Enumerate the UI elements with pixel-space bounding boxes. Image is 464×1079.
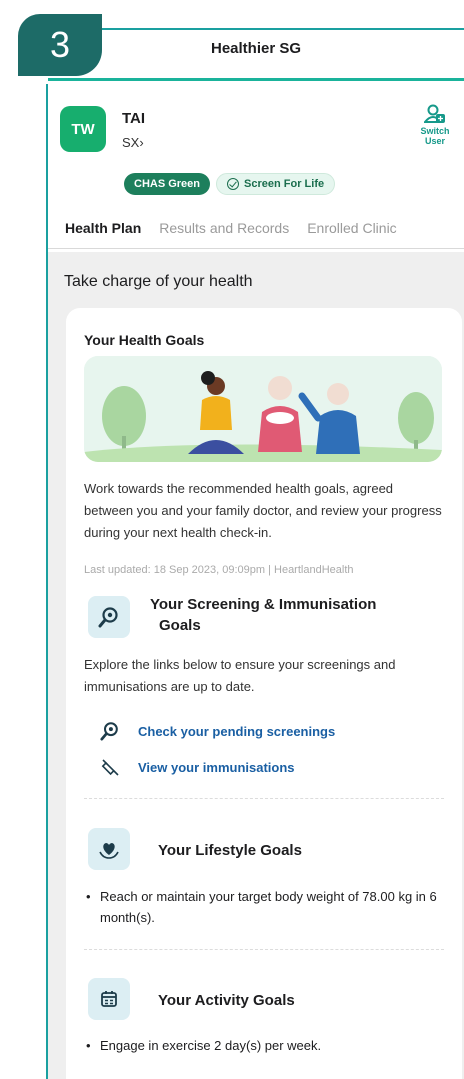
app-title: Healthier SG (210, 40, 302, 57)
screening-goals-title: Your Screening & Immunisation Goals (150, 594, 376, 636)
health-goals-illustration (84, 356, 442, 462)
activity-goal-icon (88, 978, 130, 1020)
tab-enrolled-clinic[interactable]: Enrolled Clinic (307, 216, 396, 246)
switch-user-icon (424, 104, 445, 123)
screen-for-life-label: Screen For Life (244, 178, 325, 190)
step-number-badge: 3 (18, 14, 102, 76)
health-goals-title: Your Health Goals (84, 332, 205, 348)
health-plan-content: Take charge of your health Your Health G… (48, 252, 464, 1079)
screening-title-line-2: Goals (159, 617, 201, 634)
view-immunisations-link[interactable]: View your immunisations (100, 757, 295, 777)
screen-for-life-badge: Screen For Life (216, 173, 336, 195)
syringe-icon (101, 759, 119, 776)
divider (84, 798, 444, 799)
tabs-divider (48, 248, 464, 249)
lifestyle-goal-item: Reach or maintain your target body weigh… (84, 886, 444, 928)
chas-green-badge: CHAS Green (124, 173, 211, 195)
switch-user-label-2: User (424, 136, 445, 146)
activity-goal-item: Engage in exercise 2 day(s) per week. (84, 1035, 444, 1056)
health-goals-card: Your Health Goals Work towards the recom… (66, 308, 462, 1079)
divider (84, 949, 444, 950)
pending-screenings-link[interactable]: Check your pending screenings (100, 721, 335, 741)
title-divider (48, 78, 464, 81)
section-title: Take charge of your health (64, 273, 253, 290)
screening-description: Explore the links below to ensure your s… (84, 657, 396, 694)
switch-user-label-1: Switch (420, 126, 450, 136)
health-goals-description: Work towards the recommended health goal… (84, 481, 442, 540)
check-circle-icon (227, 178, 240, 190)
screening-title-line-1: Your Screening & Immunisation (150, 596, 377, 613)
lifestyle-goal-icon (88, 828, 130, 870)
tab-health-plan[interactable]: Health Plan (65, 216, 141, 246)
screening-goal-icon (88, 596, 130, 638)
pending-screenings-link-text[interactable]: Check your pending screenings (138, 724, 335, 739)
last-updated-text: Last updated: 18 Sep 2023, 09:09pm | Hea… (84, 564, 354, 576)
user-id: SX› (122, 135, 144, 150)
switch-user-button[interactable]: Switch User (412, 104, 458, 146)
activity-goals-title: Your Activity Goals (158, 992, 295, 1009)
screening-magnifier-icon (100, 722, 118, 741)
badges-row: CHAS Green Screen For Life (124, 173, 336, 195)
frame-line-top (60, 28, 464, 30)
tab-results-and-records[interactable]: Results and Records (159, 216, 289, 246)
lifestyle-goals-title: Your Lifestyle Goals (158, 842, 302, 859)
profile-header: TW TAI SX› Switch User CHAS Green Screen… (48, 82, 464, 252)
avatar: TW (60, 106, 106, 152)
tab-bar: Health Plan Results and Records Enrolled… (48, 216, 464, 246)
user-name: TAI (122, 110, 146, 127)
view-immunisations-link-text[interactable]: View your immunisations (138, 760, 295, 775)
